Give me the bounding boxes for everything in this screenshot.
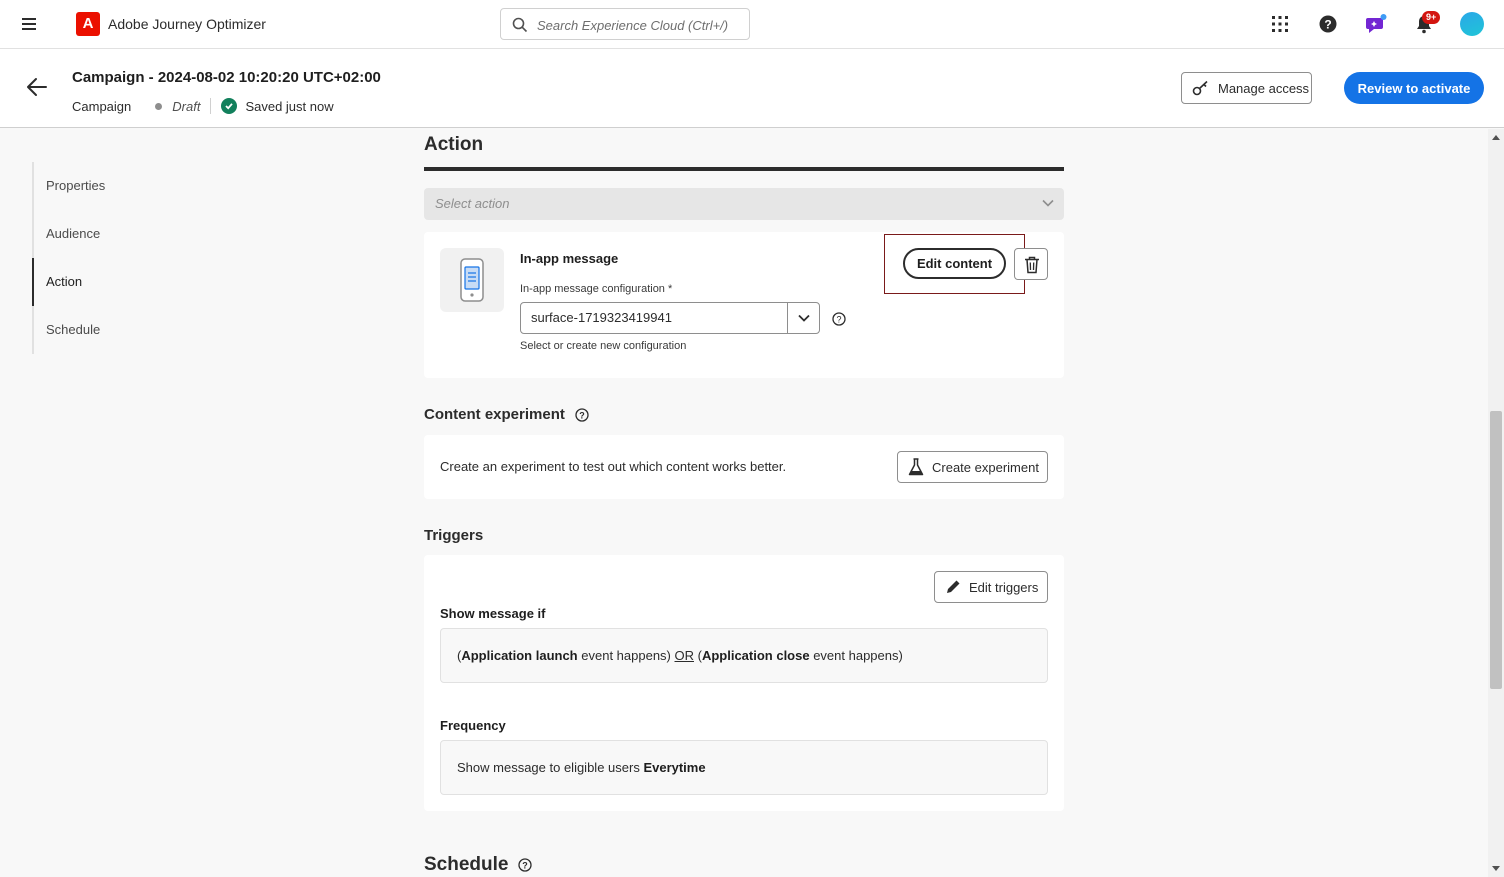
help-icon[interactable]: ?: [832, 312, 846, 326]
saved-status: Saved just now: [245, 98, 334, 114]
notification-badge: 9+: [1422, 11, 1441, 24]
help-icon[interactable]: ?: [575, 407, 589, 422]
status-dot-icon: [155, 102, 163, 110]
svg-text:?: ?: [1324, 18, 1331, 32]
help-icon[interactable]: ?: [1316, 12, 1340, 36]
select-action-placeholder: Select action: [435, 196, 510, 211]
user-avatar[interactable]: [1460, 12, 1484, 36]
schedule-title: Schedule: [424, 854, 509, 875]
campaign-header: Campaign - 2024-08-02 10:20:20 UTC+02:00…: [0, 49, 1504, 128]
trash-icon: [1025, 256, 1039, 274]
nav-item-properties[interactable]: Properties: [34, 162, 214, 210]
condition-text: event happens): [809, 648, 903, 663]
beaker-icon: [908, 458, 924, 476]
condition-paren: (: [694, 648, 702, 663]
edit-triggers-label: Edit triggers: [969, 579, 1039, 595]
required-marker: *: [668, 283, 673, 295]
configuration-input[interactable]: [531, 310, 781, 325]
content-experiment-title: Content experiment: [424, 406, 565, 423]
create-experiment-button[interactable]: Create experiment: [897, 451, 1048, 483]
condition-text: event happens): [577, 648, 675, 663]
action-heading: Action: [424, 134, 484, 155]
channel-title: In-app message: [520, 251, 619, 266]
config-label-text: In-app message configuration: [520, 283, 665, 295]
search-input[interactable]: [537, 15, 737, 35]
frequency-value: Everytime: [643, 760, 706, 775]
scroll-thumb[interactable]: [1490, 411, 1502, 689]
help-icon[interactable]: ?: [518, 858, 533, 872]
campaign-meta: Campaign Draft Saved just now: [72, 98, 334, 114]
configuration-picker[interactable]: [520, 302, 820, 334]
search-box[interactable]: [500, 8, 750, 40]
manage-access-button[interactable]: Manage access: [1181, 72, 1312, 104]
app-name[interactable]: Adobe Journey Optimizer: [108, 16, 266, 32]
mobile-phone-icon: [460, 258, 484, 302]
key-icon: [1192, 80, 1208, 96]
trigger-condition: (Application launch event happens) OR (A…: [440, 628, 1048, 683]
scroll-up-arrow-icon[interactable]: [1492, 135, 1500, 140]
event-application-launch: Application launch: [461, 648, 578, 663]
chevron-down-icon: [1042, 199, 1054, 207]
ai-assistant-icon[interactable]: [1364, 12, 1388, 36]
frequency-label: Frequency: [440, 718, 506, 733]
menu-icon[interactable]: [22, 15, 42, 33]
select-action-dropdown[interactable]: Select action: [424, 188, 1064, 220]
apps-grid-icon[interactable]: [1268, 12, 1292, 36]
schedule-heading: Schedule ?: [424, 854, 533, 876]
triggers-heading: Triggers: [424, 527, 483, 544]
svg-text:?: ?: [836, 315, 841, 325]
saved-check-icon: [221, 98, 238, 114]
show-message-label: Show message if: [440, 606, 546, 621]
create-experiment-label: Create experiment: [932, 459, 1039, 475]
campaign-type: Campaign: [72, 98, 132, 114]
channel-tile: [440, 248, 504, 312]
scroll-down-arrow-icon[interactable]: [1492, 866, 1500, 871]
manage-access-label: Manage access: [1218, 80, 1310, 96]
nav-item-action[interactable]: Action: [32, 258, 212, 306]
page-title: Campaign - 2024-08-02 10:20:20 UTC+02:00: [72, 69, 381, 86]
content-experiment-heading: Content experiment ?: [424, 406, 589, 423]
svg-text:?: ?: [523, 861, 529, 871]
config-label: In-app message configuration *: [520, 283, 672, 295]
status-badge: Draft: [172, 98, 201, 114]
triggers-card: Edit triggers Show message if (Applicati…: [424, 555, 1064, 811]
content-experiment-card: Create an experiment to test out which c…: [424, 435, 1064, 499]
back-arrow-icon[interactable]: [26, 77, 48, 97]
nav-item-schedule[interactable]: Schedule: [34, 306, 214, 354]
configuration-dropdown-button[interactable]: [787, 303, 819, 333]
in-app-message-card: In-app message In-app message configurat…: [424, 232, 1064, 378]
delete-button[interactable]: [1014, 248, 1048, 280]
section-nav: Properties Audience Action Schedule: [32, 162, 212, 354]
condition-operator: OR: [674, 648, 695, 663]
edit-content-button[interactable]: Edit content: [903, 248, 1006, 279]
edit-triggers-button[interactable]: Edit triggers: [934, 571, 1048, 603]
divider: [210, 98, 212, 114]
adobe-logo-icon[interactable]: A: [76, 12, 100, 36]
experiment-description: Create an experiment to test out which c…: [440, 459, 787, 474]
event-application-close: Application close: [701, 648, 810, 663]
section-rule: [424, 167, 1064, 171]
review-to-activate-button[interactable]: Review to activate: [1344, 72, 1484, 104]
shell-bar: A Adobe Journey Optimizer ? 9+: [0, 0, 1504, 49]
page-scrollbar[interactable]: [1488, 129, 1504, 877]
frequency-value-box: Show message to eligible users Everytime: [440, 740, 1048, 795]
chevron-down-icon: [798, 314, 810, 322]
pencil-icon: [947, 580, 960, 593]
config-help-text: Select or create new configuration: [520, 340, 687, 352]
search-icon: [512, 17, 528, 33]
frequency-text: Show message to eligible users: [457, 760, 644, 775]
triggers-title: Triggers: [424, 527, 484, 544]
svg-text:?: ?: [579, 410, 585, 420]
nav-item-audience[interactable]: Audience: [34, 210, 214, 258]
